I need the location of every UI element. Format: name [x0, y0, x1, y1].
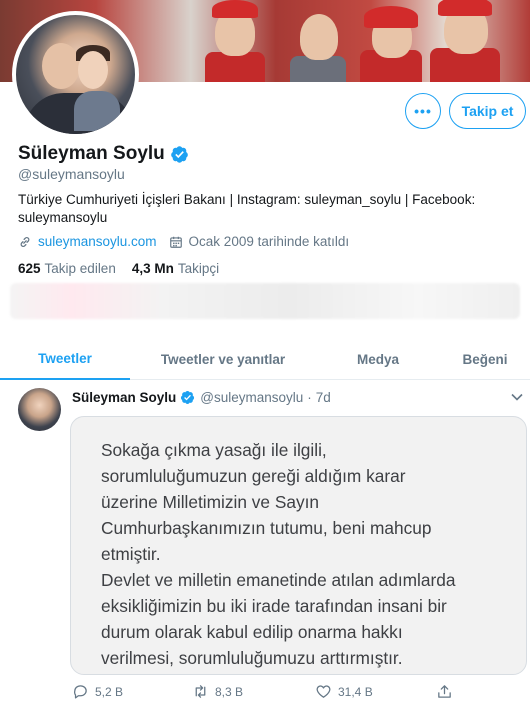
profile-handle: @suleymansoylu	[18, 166, 125, 182]
bio-line: Türkiye Cumhuriyeti İçişleri Bakanı | In…	[18, 192, 476, 207]
reply-icon	[74, 685, 87, 699]
tweet-timestamp[interactable]: 7d	[316, 390, 331, 405]
image-text-line: sorumluluğumuzun gereği aldığım karar	[101, 466, 406, 486]
image-text-line: eksikliğimizin bu iki irade tarafından i…	[101, 596, 447, 616]
share-icon	[438, 685, 451, 698]
verified-badge-icon	[181, 391, 195, 404]
joined-date: Ocak 2009 tarihinde katıldı	[188, 234, 350, 249]
more-options-button[interactable]: •••	[405, 93, 441, 129]
tab-tweets-and-replies[interactable]: Tweetler ve yanıtlar	[130, 338, 316, 380]
image-text-line: etmiştir.	[101, 544, 161, 564]
following-label: Takip edilen	[44, 261, 116, 276]
image-text-line: durum olarak kabul edilip onarma hakkı	[101, 622, 403, 642]
like-count: 31,4 B	[338, 684, 373, 699]
reply-button[interactable]: 5,2 B	[72, 683, 123, 700]
following-count: 625	[18, 261, 41, 276]
image-text-line: verilmesi, sorumluluğumuzu arttırmıştır.	[101, 648, 403, 668]
tab-media[interactable]: Medya	[316, 338, 440, 380]
profile-name-row: Süleyman Soylu	[18, 143, 189, 165]
following-stat[interactable]: 625 Takip edilen	[18, 261, 116, 276]
profile-avatar[interactable]	[12, 11, 139, 138]
like-button[interactable]: 31,4 B	[315, 683, 373, 700]
tweet-image[interactable]: Sokağa çıkma yasağı ile ilgili, sorumlul…	[70, 416, 527, 675]
tweet-author-handle[interactable]: @suleymansoylu	[200, 390, 303, 405]
like-icon	[316, 685, 331, 698]
display-name: Süleyman Soylu	[18, 143, 165, 164]
separator-dot: ·	[307, 390, 312, 405]
verified-badge-icon	[170, 145, 188, 163]
profile-meta: suleymansoylu.com Ocak 2009 tarihinde ka…	[18, 234, 349, 249]
tweet-author-avatar[interactable]	[18, 388, 61, 431]
bio-line: suleymansoylu	[18, 210, 108, 225]
followers-stat[interactable]: 4,3 Mn Takipçi	[132, 261, 219, 276]
profile-tabs: Tweetler Tweetler ve yanıtlar Medya Beğe…	[0, 338, 530, 380]
profile-bio: Türkiye Cumhuriyeti İçişleri Bakanı | In…	[18, 191, 478, 227]
retweet-count: 8,3 B	[215, 684, 244, 699]
retweet-button[interactable]: 8,3 B	[192, 683, 243, 700]
tweet-actions: 5,2 B 8,3 B 31,4 B	[72, 683, 472, 703]
website-link[interactable]: suleymansoylu.com	[38, 234, 157, 249]
followers-label: Takipçi	[177, 261, 220, 276]
tab-tweets[interactable]: Tweetler	[0, 338, 130, 380]
tweet-header: Süleyman Soylu @suleymansoylu · 7d	[72, 390, 331, 405]
image-text-line: Sokağa çıkma yasağı ile ilgili,	[101, 440, 327, 460]
image-text-line: üzerine Milletimizin ve Sayın	[101, 492, 320, 512]
blurred-area	[10, 283, 520, 319]
link-icon	[20, 236, 30, 247]
retweet-icon	[195, 685, 206, 698]
profile-stats: 625 Takip edilen 4,3 Mn Takipçi	[18, 261, 219, 276]
reply-count: 5,2 B	[95, 684, 124, 699]
image-text-line: Devlet ve milletin emanetinde atılan adı…	[101, 570, 456, 590]
tweet-author-name[interactable]: Süleyman Soylu	[72, 390, 176, 405]
followers-count: 4,3 Mn	[131, 261, 174, 276]
image-text-line: Cumhurbaşkanımızın tutumu, beni mahcup	[101, 518, 432, 538]
calendar-icon	[169, 236, 182, 248]
share-button[interactable]	[436, 683, 459, 700]
tab-likes[interactable]: Beğeni	[440, 338, 530, 380]
chevron-down-icon[interactable]	[511, 392, 523, 402]
follow-button[interactable]: Takip et	[449, 93, 526, 129]
